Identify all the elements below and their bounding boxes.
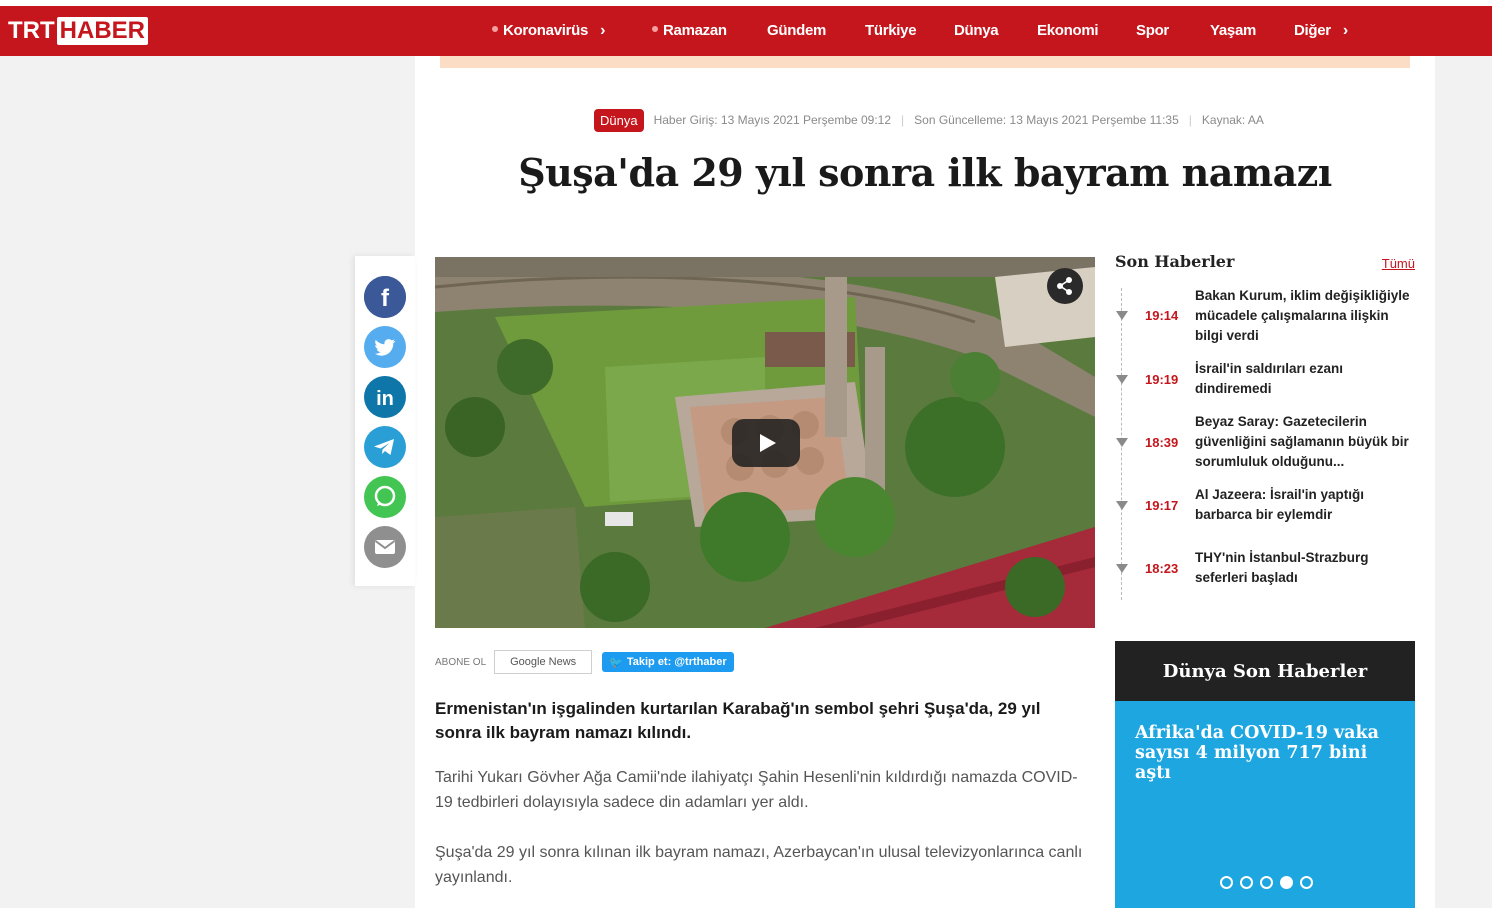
- video-player[interactable]: [435, 257, 1095, 628]
- slider-dot[interactable]: [1240, 876, 1253, 889]
- article-paragraph: Şuşa'da 29 yıl sonra kılınan ilk bayram …: [435, 844, 1083, 886]
- news-list-item[interactable]: 19:14 Bakan Kurum, iklim değişikliğiyle …: [1115, 286, 1415, 348]
- trt-haber-logo[interactable]: TRT HABER: [8, 17, 148, 45]
- subscribe-label: ABONE OL: [435, 656, 487, 668]
- news-list-item[interactable]: 19:19 İsrail'in saldırıları ezanı dindir…: [1115, 359, 1415, 401]
- live-dot-icon: [652, 26, 658, 33]
- nav-item-label: Koronavirüs: [503, 22, 589, 39]
- article-meta: Dünya Haber Giriş: 13 Mayıs 2021 Perşemb…: [594, 108, 1264, 132]
- dunya-son-haberler-header: Dünya Son Haberler: [1115, 641, 1415, 701]
- news-time: 19:19: [1145, 372, 1179, 387]
- news-text: THY'nin İstanbul-Strazburg seferleri baş…: [1195, 550, 1369, 585]
- twitter-icon[interactable]: [364, 326, 406, 368]
- updated-date: Son Güncelleme: 13 Mayıs 2021 Perşembe 1…: [914, 113, 1179, 127]
- slider-headline[interactable]: Afrika'da COVID-19 vaka sayısı 4 milyon …: [1135, 723, 1405, 783]
- article-source: Kaynak: AA: [1201, 113, 1264, 127]
- slider-dot[interactable]: [1300, 876, 1313, 889]
- news-time: 19:17: [1145, 498, 1179, 513]
- article-title: Şuşa'da 29 yıl sonra ilk bayram namazı: [518, 150, 1332, 195]
- chevron-right-icon: ›: [600, 22, 606, 39]
- share-bar: f in: [355, 256, 415, 586]
- news-time: 18:23: [1145, 561, 1179, 576]
- news-text: Beyaz Saray: Gazetecilerin güvenliğini s…: [1195, 414, 1409, 469]
- live-dot-icon: [492, 26, 498, 33]
- nav-item-label: Ramazan: [663, 22, 727, 39]
- nav-item-label: Diğer: [1294, 22, 1331, 39]
- triangle-down-icon: [1116, 375, 1128, 384]
- email-icon[interactable]: [364, 526, 406, 568]
- nav-item-ekonomi[interactable]: Ekonomi: [1037, 6, 1099, 56]
- slider-dots: [1220, 876, 1313, 889]
- twitter-bird-icon: 🐦: [609, 656, 623, 669]
- meta-divider: |: [901, 113, 905, 127]
- article-lead: Ermenistan'ın işgalinden kurtarılan Kara…: [435, 699, 1041, 742]
- meta-divider: |: [1188, 113, 1192, 127]
- top-navbar: TRT HABER Koronavirüs › Ramazan Gündem Tü…: [0, 6, 1492, 56]
- published-date: Haber Giriş: 13 Mayıs 2021 Perşembe 09:1…: [653, 113, 892, 127]
- video-share-button[interactable]: [1047, 268, 1083, 304]
- dunya-son-haberler-slider[interactable]: Afrika'da COVID-19 vaka sayısı 4 milyon …: [1115, 701, 1415, 908]
- nav-item-label: Yaşam: [1210, 22, 1257, 39]
- twitter-follow-label: Takip et: @trthaber: [626, 656, 727, 668]
- news-text: Bakan Kurum, iklim değişikliğiyle mücade…: [1195, 288, 1410, 343]
- nav-item-label: Spor: [1136, 22, 1169, 39]
- ad-banner[interactable]: [440, 56, 1410, 68]
- logo-trt-text: TRT: [8, 17, 55, 44]
- nav-item-dunya[interactable]: Dünya: [954, 6, 999, 56]
- telegram-icon[interactable]: [364, 426, 406, 468]
- share-icon: [1057, 277, 1072, 295]
- news-list-item[interactable]: 18:23 THY'nin İstanbul-Strazburg seferle…: [1115, 548, 1415, 590]
- nav-item-gundem[interactable]: Gündem: [767, 6, 826, 56]
- slider-dot[interactable]: [1260, 876, 1273, 889]
- article-paragraph: Tarihi Yukarı Gövher Ağa Camii'nde ilahi…: [435, 769, 1078, 811]
- triangle-down-icon: [1116, 501, 1128, 510]
- facebook-icon[interactable]: f: [364, 276, 406, 318]
- news-list-item[interactable]: 18:39 Beyaz Saray: Gazetecilerin güvenli…: [1115, 412, 1415, 474]
- svg-text:f: f: [381, 285, 390, 312]
- chevron-right-icon: ›: [1342, 22, 1348, 39]
- nav-item-label: Gündem: [767, 22, 827, 39]
- nav-item-spor[interactable]: Spor: [1136, 6, 1169, 56]
- nav-item-yasam[interactable]: Yaşam: [1210, 6, 1256, 56]
- nav-item-label: Ekonomi: [1037, 22, 1099, 39]
- nav-item-koronavirus[interactable]: Koronavirüs ›: [492, 6, 605, 56]
- nav-item-label: Türkiye: [865, 22, 917, 39]
- play-button[interactable]: [732, 419, 800, 467]
- triangle-down-icon: [1116, 564, 1128, 573]
- logo-haber-text: HABER: [56, 17, 148, 45]
- nav-item-turkiye[interactable]: Türkiye: [865, 6, 917, 56]
- triangle-down-icon: [1116, 311, 1128, 320]
- son-haberler-title: Son Haberler: [1115, 252, 1235, 271]
- slider-dot-active[interactable]: [1280, 876, 1293, 889]
- nav-item-label: Dünya: [954, 22, 999, 39]
- slider-dot[interactable]: [1220, 876, 1233, 889]
- news-time: 18:39: [1145, 435, 1179, 450]
- triangle-down-icon: [1116, 438, 1128, 447]
- news-text: İsrail'in saldırıları ezanı dindiremedi: [1195, 361, 1344, 396]
- google-news-button[interactable]: Google News: [494, 650, 593, 674]
- whatsapp-icon[interactable]: [364, 476, 406, 518]
- news-list-item[interactable]: 19:17 Al Jazeera: İsrail'in yaptığı barb…: [1115, 485, 1415, 527]
- news-time: 19:14: [1145, 308, 1179, 323]
- son-haberler-header: Son Haberler Tümü: [1115, 252, 1415, 276]
- linkedin-icon[interactable]: in: [364, 376, 406, 418]
- all-news-link[interactable]: Tümü: [1382, 256, 1415, 271]
- twitter-follow-button[interactable]: 🐦 Takip et: @trthaber: [602, 652, 734, 672]
- subscribe-row: ABONE OL Google News 🐦 Takip et: @trthabe…: [435, 650, 734, 674]
- category-badge[interactable]: Dünya: [594, 108, 644, 132]
- svg-text:in: in: [376, 388, 394, 410]
- nav-item-diger[interactable]: Diğer ›: [1294, 6, 1348, 56]
- news-text: Al Jazeera: İsrail'in yaptığı barbarca b…: [1195, 487, 1365, 522]
- nav-item-ramazan[interactable]: Ramazan: [652, 6, 727, 56]
